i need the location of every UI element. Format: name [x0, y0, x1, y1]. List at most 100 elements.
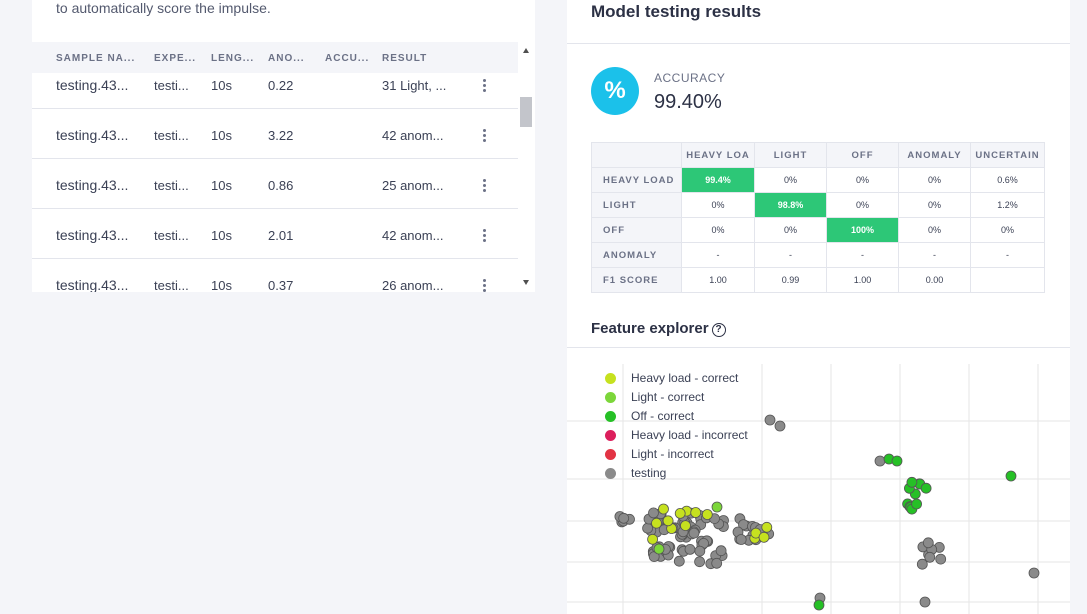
results-title: Model testing results [591, 2, 762, 21]
scatter-point[interactable] [922, 537, 934, 549]
matrix-row-header: ANOMALY [591, 242, 682, 268]
matrix-cell: 98.8% [754, 192, 827, 218]
expected-label: testi... [154, 228, 189, 243]
scatter-point[interactable] [651, 517, 662, 529]
legend-dot [605, 449, 616, 460]
matrix-cell: 1.2% [970, 192, 1045, 218]
scatter-point[interactable] [911, 498, 923, 510]
matrix-cell: - [681, 242, 755, 268]
sample-length: 10s [211, 228, 232, 243]
more-options-icon[interactable] [480, 179, 488, 193]
scatter-point[interactable] [919, 596, 931, 608]
scatter-point[interactable] [715, 545, 727, 557]
scatter-point[interactable] [648, 507, 659, 519]
matrix-cell: 1.00 [681, 267, 755, 293]
anomaly-score: 2.01 [268, 228, 294, 243]
scatter-point[interactable] [701, 509, 713, 520]
sample-name: testing.43... [56, 227, 129, 243]
matrix-row: ANOMALY - - - - - [591, 242, 1045, 268]
legend-label: Light - incorrect [631, 447, 714, 461]
scatter-point[interactable] [764, 414, 776, 426]
matrix-header-row: HEAVY LOA LIGHT OFF ANOMALY UNCERTAIN [591, 142, 1045, 168]
scroll-down-icon[interactable] [523, 280, 529, 285]
legend-dot [605, 392, 616, 403]
table-row[interactable]: testing.43... testi... 10s 3.22 42 anom.… [32, 109, 518, 159]
percent-icon: % [591, 67, 639, 115]
result-summary: 42 anom... [382, 128, 444, 143]
scatter-point[interactable] [711, 501, 723, 513]
scatter-point[interactable] [658, 503, 669, 515]
scatter-point[interactable] [673, 555, 685, 567]
anomaly-score: 3.22 [268, 128, 294, 143]
scatter-point[interactable] [1028, 567, 1040, 579]
result-summary: 26 anom... [382, 278, 444, 292]
scatter-point[interactable] [653, 543, 665, 555]
matrix-corner [591, 142, 682, 168]
matrix-cell: 1.00 [826, 267, 899, 293]
expected-label: testi... [154, 128, 189, 143]
question-circle-icon[interactable]: ? [711, 323, 726, 337]
scatter-point[interactable] [1005, 470, 1017, 482]
sample-length: 10s [211, 128, 232, 143]
samples-card: to automatically score the impulse. SAMP… [32, 0, 535, 292]
matrix-cell: 0% [898, 217, 971, 243]
scatter-point[interactable] [761, 521, 773, 533]
matrix-cell: 0% [898, 167, 971, 193]
scatter-point[interactable] [618, 512, 630, 524]
scatter-point[interactable] [694, 545, 706, 557]
scatter-points [614, 414, 1040, 611]
more-options-icon[interactable] [480, 229, 488, 243]
more-options-icon[interactable] [480, 129, 488, 143]
scatter-point[interactable] [688, 527, 700, 539]
feature-explorer-label: Feature explorer [591, 320, 709, 337]
scatter-point[interactable] [684, 543, 696, 555]
scatter-point[interactable] [694, 556, 706, 568]
scatter-point[interactable] [674, 507, 686, 519]
matrix-cell: 0.00 [898, 267, 971, 293]
scatter-point[interactable] [813, 599, 825, 611]
scatter-point[interactable] [662, 515, 674, 527]
accuracy-label: ACCURACY [654, 71, 726, 85]
scatter-point[interactable] [711, 557, 723, 569]
matrix-cell: 99.4% [681, 167, 755, 193]
scatter-point[interactable] [920, 482, 932, 494]
scatter-point[interactable] [690, 507, 702, 518]
table-row[interactable]: testing.43... testi... 10s 2.01 42 anom.… [32, 209, 518, 259]
scatter-point[interactable] [891, 455, 903, 467]
matrix-cell: 0% [754, 217, 827, 243]
table-row[interactable]: testing.43... testi... 10s 0.22 31 Light… [32, 59, 518, 109]
matrix-cell: - [898, 242, 971, 268]
scatter-point[interactable] [647, 533, 658, 545]
matrix-cell: - [970, 242, 1045, 268]
table-row[interactable]: testing.43... testi... 10s 0.86 25 anom.… [32, 159, 518, 209]
intro-text: to automatically score the impulse. [56, 0, 271, 16]
scroll-up-icon[interactable] [523, 48, 529, 53]
scatter-point[interactable] [906, 476, 918, 488]
result-summary: 31 Light, ... [382, 78, 447, 93]
result-summary: 42 anom... [382, 228, 444, 243]
more-options-icon[interactable] [480, 279, 488, 292]
legend-dot [605, 468, 616, 479]
sample-length: 10s [211, 178, 232, 193]
scatter-point[interactable] [874, 455, 886, 467]
scatter-point[interactable] [774, 420, 786, 432]
scroll-thumb[interactable] [520, 97, 532, 127]
legend-label: testing [631, 466, 667, 480]
scatter-point[interactable] [916, 558, 928, 570]
legend-dot [605, 411, 616, 422]
anomaly-score: 0.86 [268, 178, 294, 193]
scatter-point[interactable] [642, 522, 653, 534]
matrix-row-header: OFF [591, 217, 682, 243]
matrix-col-header: LIGHT [754, 142, 827, 168]
legend-label: Heavy load - incorrect [631, 428, 748, 442]
more-options-icon[interactable] [480, 79, 488, 93]
scatter-point[interactable] [680, 520, 691, 532]
expected-label: testi... [154, 278, 189, 292]
scatter-point[interactable] [935, 553, 947, 565]
table-scrollbar[interactable] [518, 42, 535, 292]
sample-length: 10s [211, 78, 232, 93]
scatter-point[interactable] [758, 531, 770, 543]
table-row[interactable]: testing.43... testi... 10s 0.37 26 anom.… [32, 259, 518, 292]
matrix-row-header: F1 SCORE [591, 267, 682, 293]
scatter-point[interactable] [735, 534, 747, 545]
